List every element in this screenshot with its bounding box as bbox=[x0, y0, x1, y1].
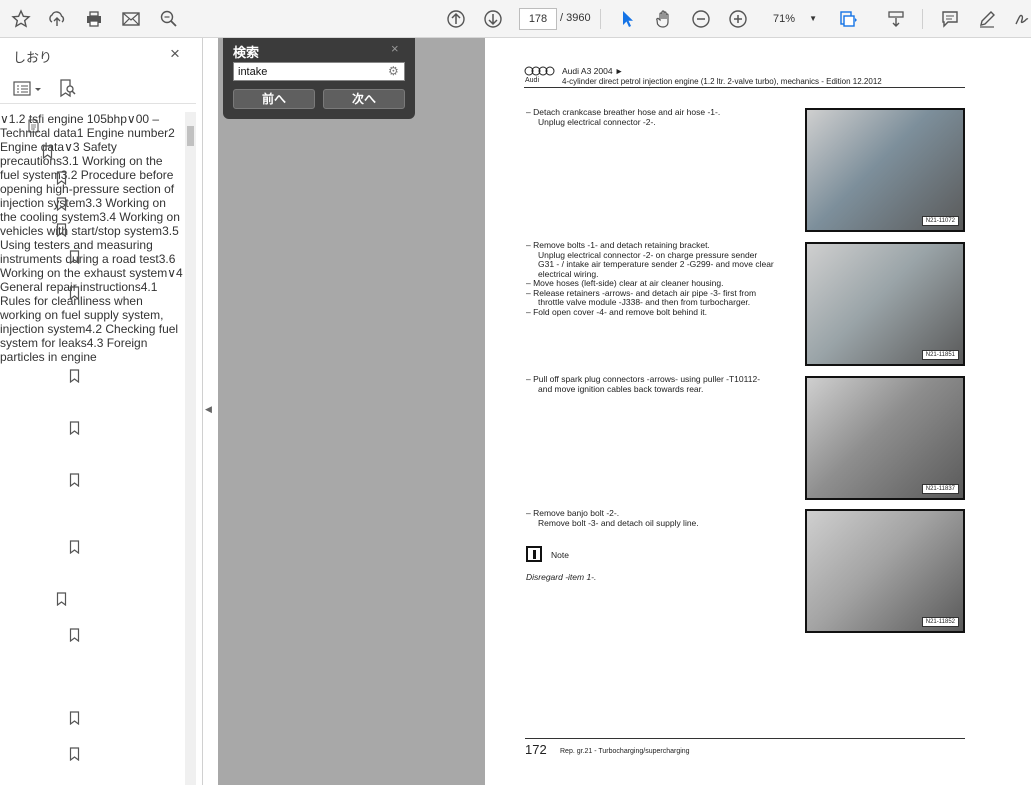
find-next-button[interactable]: 次へ bbox=[323, 89, 405, 109]
upload-icon[interactable] bbox=[45, 7, 69, 31]
bookmarks-panel: しおり × ∨ 1.2 tsfi engine 105bhp∨ 00 – Techn… bbox=[0, 38, 203, 785]
next-page-icon[interactable] bbox=[481, 7, 505, 31]
collapse-panel-icon[interactable]: ◀ bbox=[205, 404, 212, 415]
note-icon bbox=[526, 546, 542, 562]
bookmark-icon bbox=[56, 171, 67, 185]
figure-label: N21-11852 bbox=[921, 617, 959, 627]
zoom-value: 71% bbox=[773, 13, 796, 25]
previous-page-icon[interactable] bbox=[444, 7, 468, 31]
gear-icon[interactable]: ⚙ bbox=[388, 64, 399, 78]
bookmark-item[interactable]: 1 Engine number bbox=[77, 126, 168, 140]
step-text: – Fold open cover -4- and remove bolt be… bbox=[526, 306, 707, 317]
procedure-figure: N21-11852 bbox=[805, 509, 965, 633]
scrollbar[interactable] bbox=[185, 112, 196, 785]
header-model: Audi A3 2004 ► bbox=[562, 66, 624, 76]
sign-icon[interactable] bbox=[1011, 7, 1031, 31]
bookmark-icon bbox=[69, 286, 80, 300]
panel-toolbar bbox=[0, 74, 196, 104]
pdf-page: Audi Audi A3 2004 ► 4-cylinder direct pe… bbox=[486, 38, 1031, 785]
chevron-down-icon[interactable]: ∨ bbox=[167, 266, 176, 280]
toolbar: 178 / 3960 71% ▼ bbox=[0, 0, 1031, 38]
panel-title: しおり bbox=[13, 50, 53, 65]
hand-tool-icon[interactable] bbox=[652, 7, 676, 31]
email-icon[interactable] bbox=[119, 7, 143, 31]
footer-page-number: 172 bbox=[525, 742, 547, 757]
bookmark-icon bbox=[69, 369, 80, 383]
bookmark-icon bbox=[69, 628, 80, 642]
pen-icon[interactable] bbox=[975, 7, 999, 31]
document-background bbox=[218, 38, 485, 785]
bookmark-icon bbox=[28, 119, 39, 133]
step-text: Remove bolt -3- and detach oil supply li… bbox=[538, 517, 699, 528]
options-menu-icon[interactable] bbox=[13, 80, 43, 98]
audi-rings-logo bbox=[524, 66, 555, 76]
chevron-down-icon[interactable]: ∨ bbox=[64, 140, 73, 154]
print-icon[interactable] bbox=[82, 7, 106, 31]
zoom-out-icon[interactable] bbox=[689, 7, 713, 31]
close-icon[interactable]: × bbox=[391, 41, 399, 56]
bookmark-item[interactable]: 1.2 tsfi engine 105bhp bbox=[9, 112, 127, 126]
find-title: 検索 bbox=[233, 45, 260, 60]
figure-label: N21-11851 bbox=[921, 350, 959, 360]
chevron-down-icon[interactable]: ∨ bbox=[0, 112, 9, 126]
procedure-figure: N21-11837 bbox=[805, 376, 965, 500]
bookmark-icon bbox=[56, 592, 67, 606]
comment-icon[interactable] bbox=[938, 7, 962, 31]
header-rule bbox=[524, 87, 965, 88]
bookmark-star-icon[interactable] bbox=[9, 7, 33, 31]
procedure-figure: N21-11851 bbox=[805, 242, 965, 366]
figure-label: N21-11072 bbox=[921, 216, 959, 226]
step-text: and move ignition cables back towards re… bbox=[538, 383, 704, 394]
separator bbox=[600, 9, 601, 29]
find-panel: 検索 × intake ⚙ 前へ 次へ bbox=[223, 38, 415, 119]
scroll-mode-icon[interactable] bbox=[884, 7, 908, 31]
figure-label: N21-11837 bbox=[921, 484, 959, 494]
select-cursor-icon[interactable] bbox=[615, 7, 639, 31]
note-text: Disregard -item 1-. bbox=[526, 572, 597, 582]
chevron-down-icon: ▼ bbox=[809, 14, 817, 23]
zoom-in-icon[interactable] bbox=[726, 7, 750, 31]
footer-text: Rep. gr.21 - Turbocharging/supercharging bbox=[560, 748, 690, 755]
chevron-down-icon[interactable]: ∨ bbox=[127, 112, 136, 126]
header-subtitle: 4-cylinder direct petrol injection engin… bbox=[562, 77, 882, 86]
procedure-figure: N21-11072 bbox=[805, 108, 965, 232]
bookmark-icon bbox=[69, 421, 80, 435]
bookmark-icon bbox=[42, 145, 53, 159]
find-bookmark-icon[interactable] bbox=[58, 78, 78, 98]
close-icon[interactable]: × bbox=[170, 44, 180, 64]
bookmark-icon bbox=[56, 223, 67, 237]
bookmark-tree: ∨ 1.2 tsfi engine 105bhp∨ 00 – Technical d… bbox=[0, 112, 184, 785]
note-label: Note bbox=[551, 550, 569, 560]
zoom-select[interactable]: 71% ▼ bbox=[765, 8, 819, 30]
bookmark-icon bbox=[69, 540, 80, 554]
footer-rule bbox=[525, 738, 965, 739]
bookmark-icon bbox=[56, 197, 67, 211]
search-zoom-icon[interactable] bbox=[157, 7, 181, 31]
separator bbox=[922, 9, 923, 29]
bookmark-icon bbox=[69, 747, 80, 761]
brand-text: Audi bbox=[525, 77, 540, 84]
page-total: / 3960 bbox=[560, 12, 591, 24]
bookmark-icon bbox=[69, 250, 80, 264]
page-number-input[interactable]: 178 bbox=[519, 8, 557, 30]
bookmark-icon bbox=[69, 473, 80, 487]
find-input[interactable]: intake bbox=[233, 62, 405, 81]
page-display-icon[interactable] bbox=[836, 7, 860, 31]
scrollbar-thumb[interactable] bbox=[187, 126, 194, 146]
bookmark-icon bbox=[69, 711, 80, 725]
find-previous-button[interactable]: 前へ bbox=[233, 89, 315, 109]
step-text: Unplug electrical connector -2-. bbox=[538, 116, 656, 127]
